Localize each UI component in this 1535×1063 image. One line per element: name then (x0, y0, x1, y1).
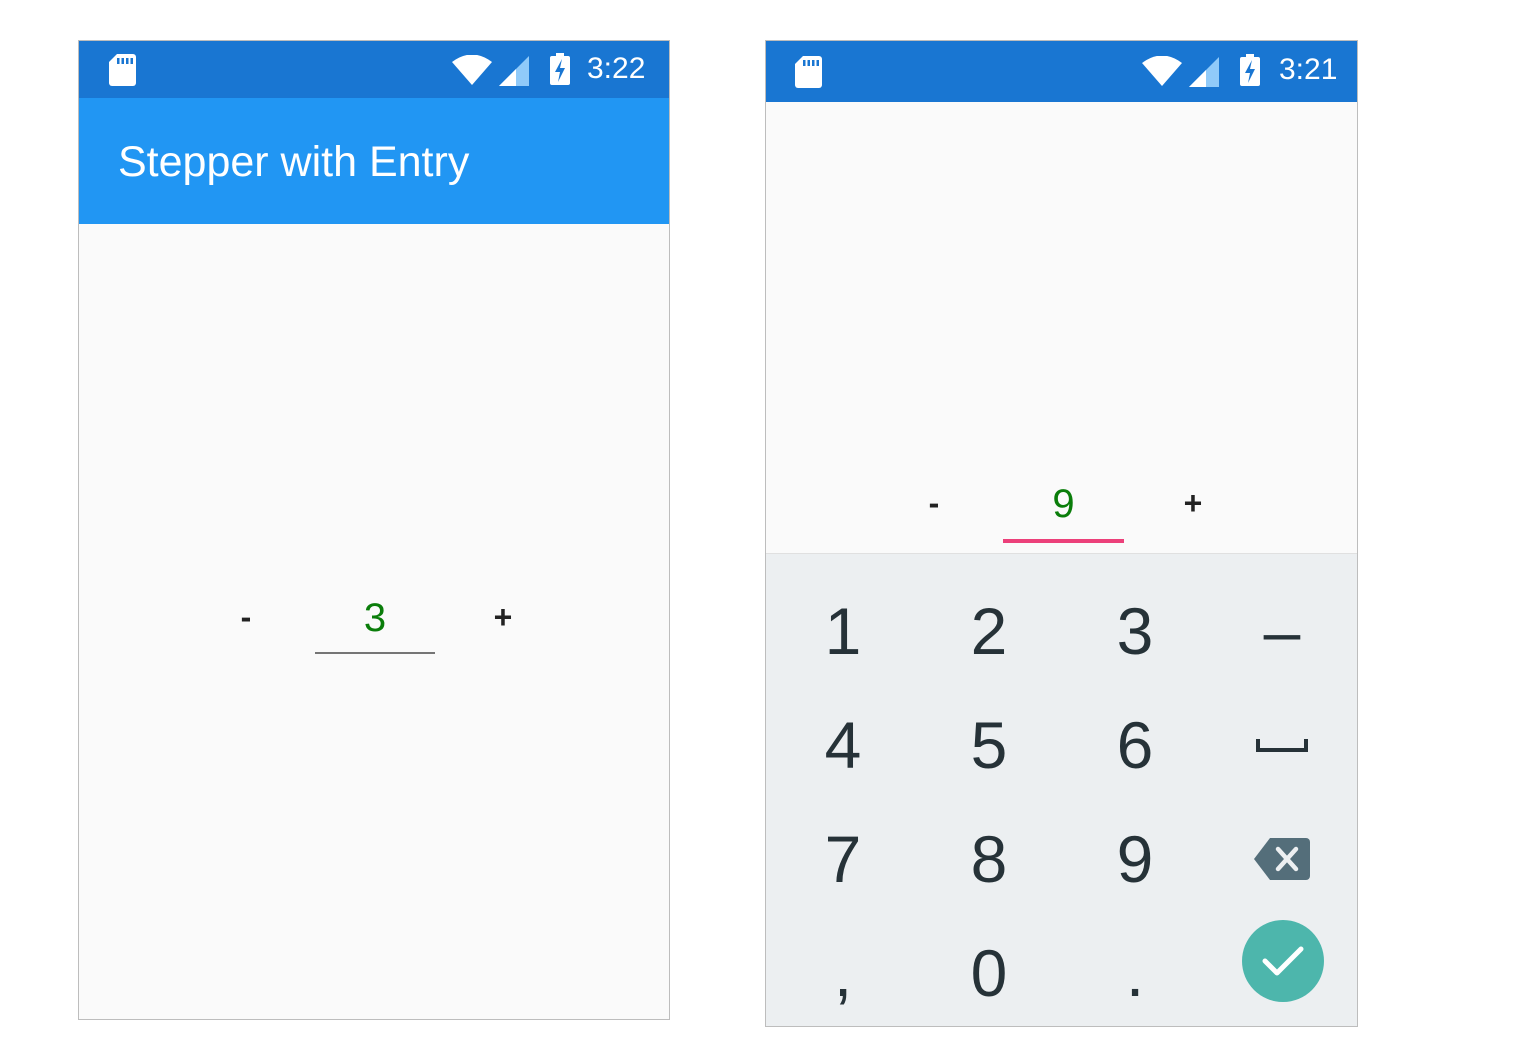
decrement-button[interactable]: - (226, 599, 266, 636)
numeric-keyboard: 1 2 3 – 4 5 6 7 8 9 , 0 . (766, 553, 1357, 1026)
space-icon (1256, 739, 1308, 752)
status-bar: 3:21 (766, 41, 1357, 102)
stepper-value: 3 (363, 596, 387, 640)
entry-underline-focused (1003, 539, 1124, 543)
decrement-button[interactable]: - (914, 485, 954, 522)
key-2[interactable]: 2 (916, 574, 1062, 688)
right-phone-screen: 3:21 - 9 + 1 2 3 – 4 5 6 7 8 9 , 0 . (765, 40, 1358, 1027)
key-backspace[interactable] (1209, 802, 1355, 916)
key-5[interactable]: 5 (916, 688, 1062, 802)
increment-button[interactable]: + (483, 599, 523, 636)
key-period[interactable]: . (1062, 916, 1208, 1026)
entry-underline (315, 652, 435, 654)
done-button[interactable] (1242, 920, 1324, 1002)
check-icon (1262, 946, 1304, 976)
key-9[interactable]: 9 (1062, 802, 1208, 916)
key-4[interactable]: 4 (770, 688, 916, 802)
status-time: 3:22 (587, 52, 646, 85)
wifi-icon (452, 55, 492, 85)
status-time: 3:21 (1279, 53, 1338, 86)
stepper-entry[interactable]: 9 (1003, 479, 1124, 543)
battery-charging-icon (1240, 54, 1260, 86)
key-comma[interactable]: , (770, 916, 916, 1026)
backspace-icon (1254, 838, 1310, 880)
sd-card-icon (109, 54, 136, 86)
left-phone-screen: 3:22 Stepper with Entry - 3 + (78, 40, 670, 1020)
increment-button[interactable]: + (1173, 485, 1213, 522)
key-6[interactable]: 6 (1062, 688, 1208, 802)
key-minus[interactable]: – (1209, 574, 1355, 688)
key-8[interactable]: 8 (916, 802, 1062, 916)
battery-charging-icon (550, 53, 570, 85)
app-bar: Stepper with Entry (79, 98, 669, 224)
key-1[interactable]: 1 (770, 574, 916, 688)
stepper-entry[interactable]: 3 (315, 591, 435, 654)
key-0[interactable]: 0 (916, 916, 1062, 1026)
status-bar: 3:22 (79, 41, 669, 98)
cell-signal-icon (1189, 57, 1219, 87)
wifi-icon (1142, 56, 1182, 86)
page-title: Stepper with Entry (118, 138, 470, 186)
cell-signal-icon (499, 56, 529, 86)
key-7[interactable]: 7 (770, 802, 916, 916)
key-space[interactable] (1209, 688, 1355, 802)
stepper-value: 9 (1052, 482, 1075, 526)
key-3[interactable]: 3 (1062, 574, 1208, 688)
sd-card-icon (795, 56, 822, 88)
